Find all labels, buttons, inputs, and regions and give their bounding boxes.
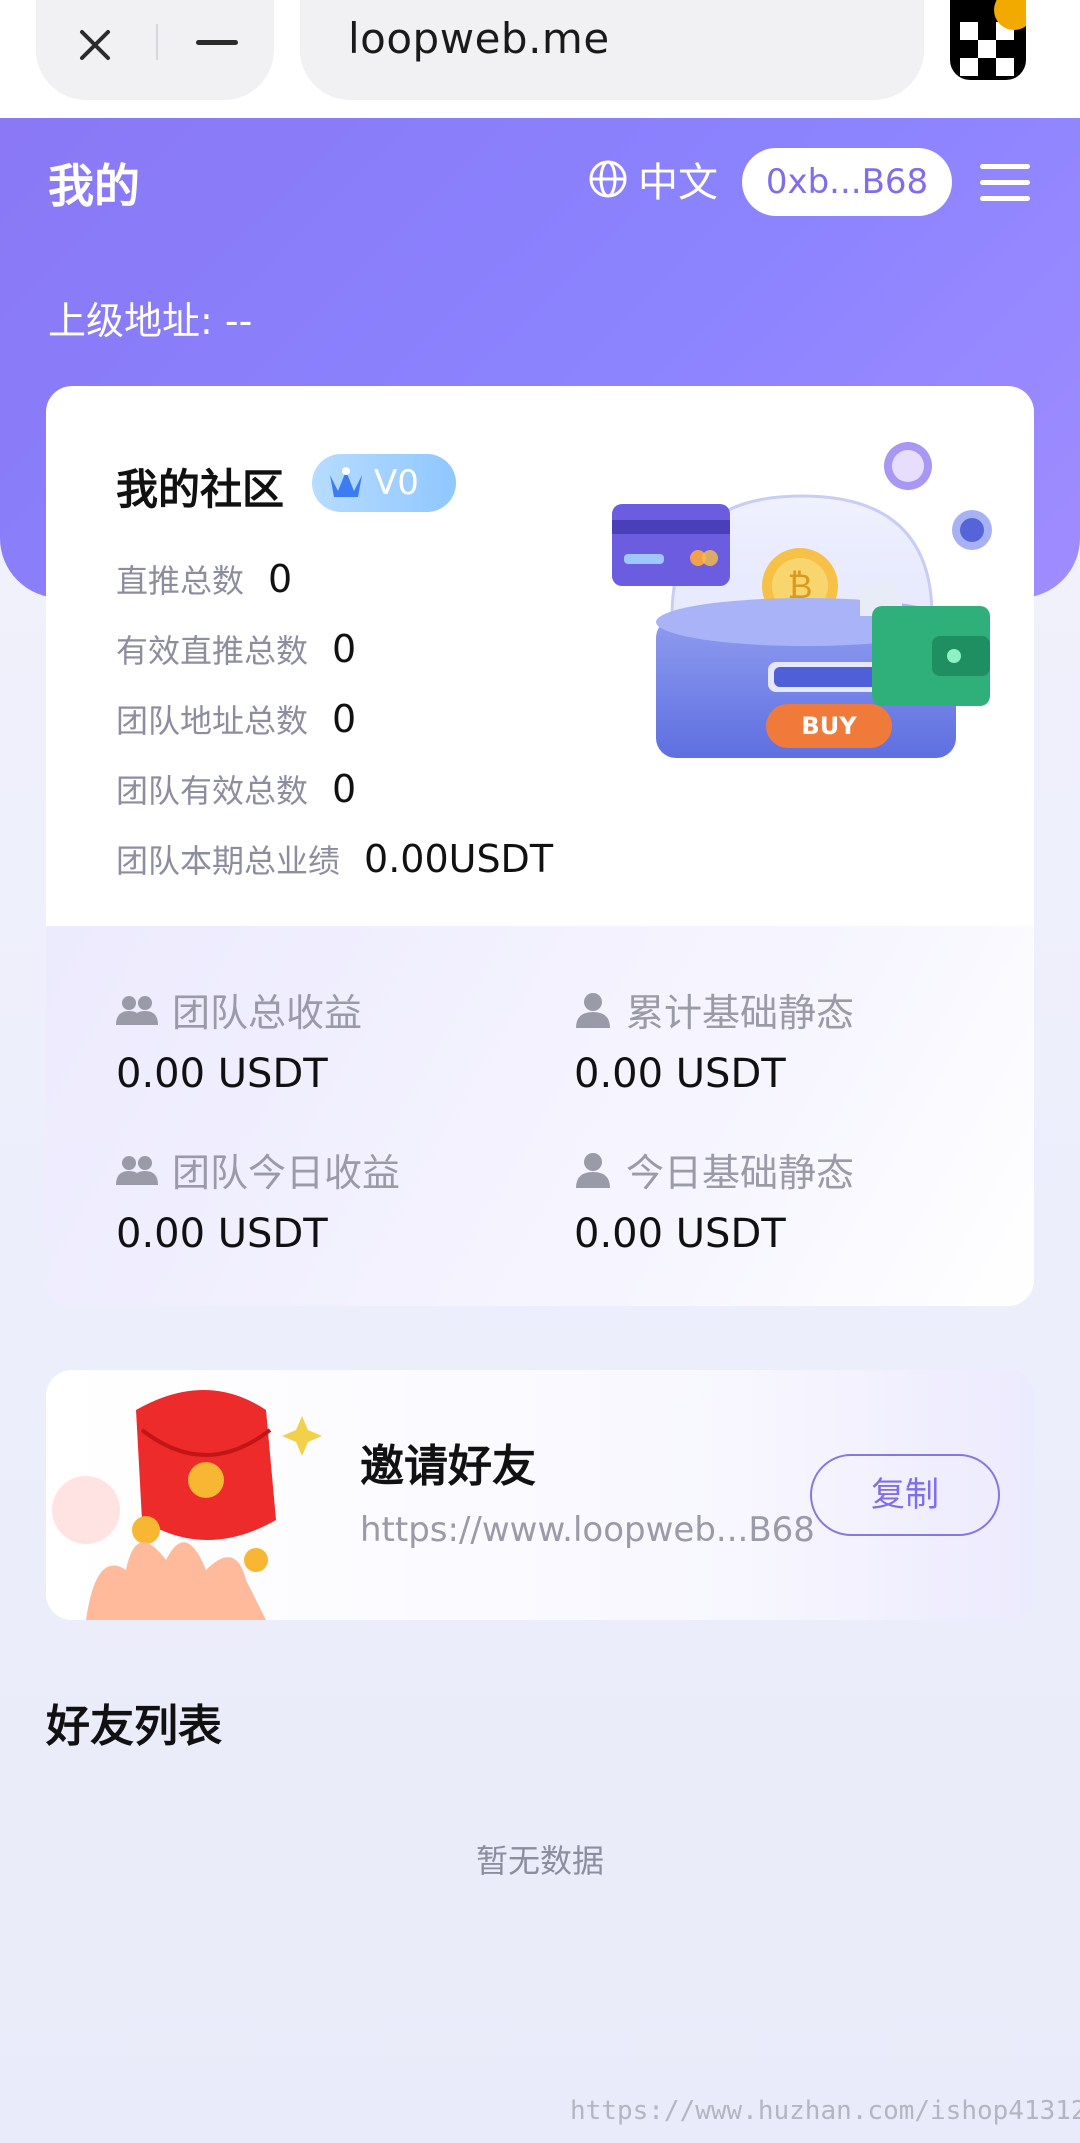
earning-label: 团队今日收益 xyxy=(172,1151,401,1195)
user-icon xyxy=(576,992,610,1028)
invite-title: 邀请好友 xyxy=(360,1441,536,1492)
earning-value: 0.00 USDT xyxy=(116,1211,328,1257)
parent-label: 上级地址: xyxy=(48,299,213,343)
level-text: V0 xyxy=(374,463,419,503)
earning-label: 团队总收益 xyxy=(172,991,363,1035)
team-icon xyxy=(116,1155,158,1185)
wallet-address-button[interactable]: 0xb...B68 xyxy=(742,148,952,216)
copy-button[interactable]: 复制 xyxy=(810,1454,1000,1536)
red-envelope-illustration xyxy=(52,1390,322,1620)
parent-value: -- xyxy=(224,299,253,343)
invite-link: https://www.loopweb...B68 xyxy=(360,1510,815,1550)
stat-label: 有效直推总数 xyxy=(116,632,309,670)
invite-card: 邀请好友 https://www.loopweb...B68 复制 xyxy=(46,1370,1034,1620)
earning-value: 0.00 USDT xyxy=(574,1211,786,1257)
earning-label: 今日基础静态 xyxy=(626,1151,855,1195)
community-title: 我的社区 xyxy=(116,465,285,514)
stat-label: 团队本期总业绩 xyxy=(116,842,341,880)
buy-illustration: ₿ BUY xyxy=(612,442,992,758)
empty-state: 暂无数据 xyxy=(475,1842,604,1880)
crown-icon xyxy=(330,467,362,497)
buy-label: BUY xyxy=(801,712,857,740)
stat-label: 直推总数 xyxy=(116,562,245,600)
earning-label: 累计基础静态 xyxy=(626,991,855,1035)
level-badge: V0 xyxy=(312,454,456,512)
close-icon[interactable] xyxy=(70,20,120,70)
stat-value: 0.00USDT xyxy=(364,837,554,881)
earning-team-today: 团队今日收益 0.00 USDT xyxy=(116,1142,400,1257)
stat-value: 0 xyxy=(332,697,357,741)
user-icon xyxy=(576,1152,610,1188)
friends-list-title: 好友列表 xyxy=(46,1701,222,1752)
stat-value: 0 xyxy=(268,557,293,601)
earning-today-static: 今日基础静态 0.00 USDT xyxy=(574,1142,854,1257)
earning-team-total: 团队总收益 0.00 USDT xyxy=(116,982,362,1097)
stat-direct-total: 直推总数 0 xyxy=(116,556,292,602)
team-icon xyxy=(116,995,158,1025)
language-label: 中文 xyxy=(638,160,718,206)
url-text: loopweb.me xyxy=(348,14,610,63)
earning-cumulative-static: 累计基础静态 0.00 USDT xyxy=(574,982,854,1097)
page: loopweb.me 我的 中文 0xb...B68 上级地址: -- 我的社区 xyxy=(0,0,1080,2143)
watermark: https://www.huzhan.com/ishop41312 xyxy=(570,2096,1080,2126)
globe-icon xyxy=(589,160,627,198)
parent-address: 上级地址: -- xyxy=(48,290,252,345)
stat-label: 团队地址总数 xyxy=(116,702,309,740)
menu-icon[interactable] xyxy=(980,164,1030,204)
earning-value: 0.00 USDT xyxy=(574,1051,786,1097)
stat-team-performance: 团队本期总业绩 0.00USDT xyxy=(116,836,553,882)
minimize-icon[interactable] xyxy=(196,40,238,45)
app-logo[interactable] xyxy=(950,0,1026,80)
page-title: 我的 xyxy=(48,159,140,213)
earnings-panel: 团队总收益 0.00 USDT 累计基础静态 0.00 USDT 团队今日收益 … xyxy=(46,926,1034,1306)
stat-value: 0 xyxy=(332,627,357,671)
stat-team-addresses: 团队地址总数 0 xyxy=(116,696,356,742)
community-card: 我的社区 V0 直推总数 0 有效直推总数 0 团队地址总数 0 团队有效总数 … xyxy=(46,386,1034,1306)
language-selector[interactable]: 中文 xyxy=(588,154,718,206)
divider xyxy=(156,24,158,60)
browser-bar: loopweb.me xyxy=(0,0,1080,118)
stat-value: 0 xyxy=(332,767,357,811)
stat-label: 团队有效总数 xyxy=(116,772,309,810)
stat-team-valid: 团队有效总数 0 xyxy=(116,766,356,812)
earning-value: 0.00 USDT xyxy=(116,1051,328,1097)
stat-valid-direct: 有效直推总数 0 xyxy=(116,626,356,672)
